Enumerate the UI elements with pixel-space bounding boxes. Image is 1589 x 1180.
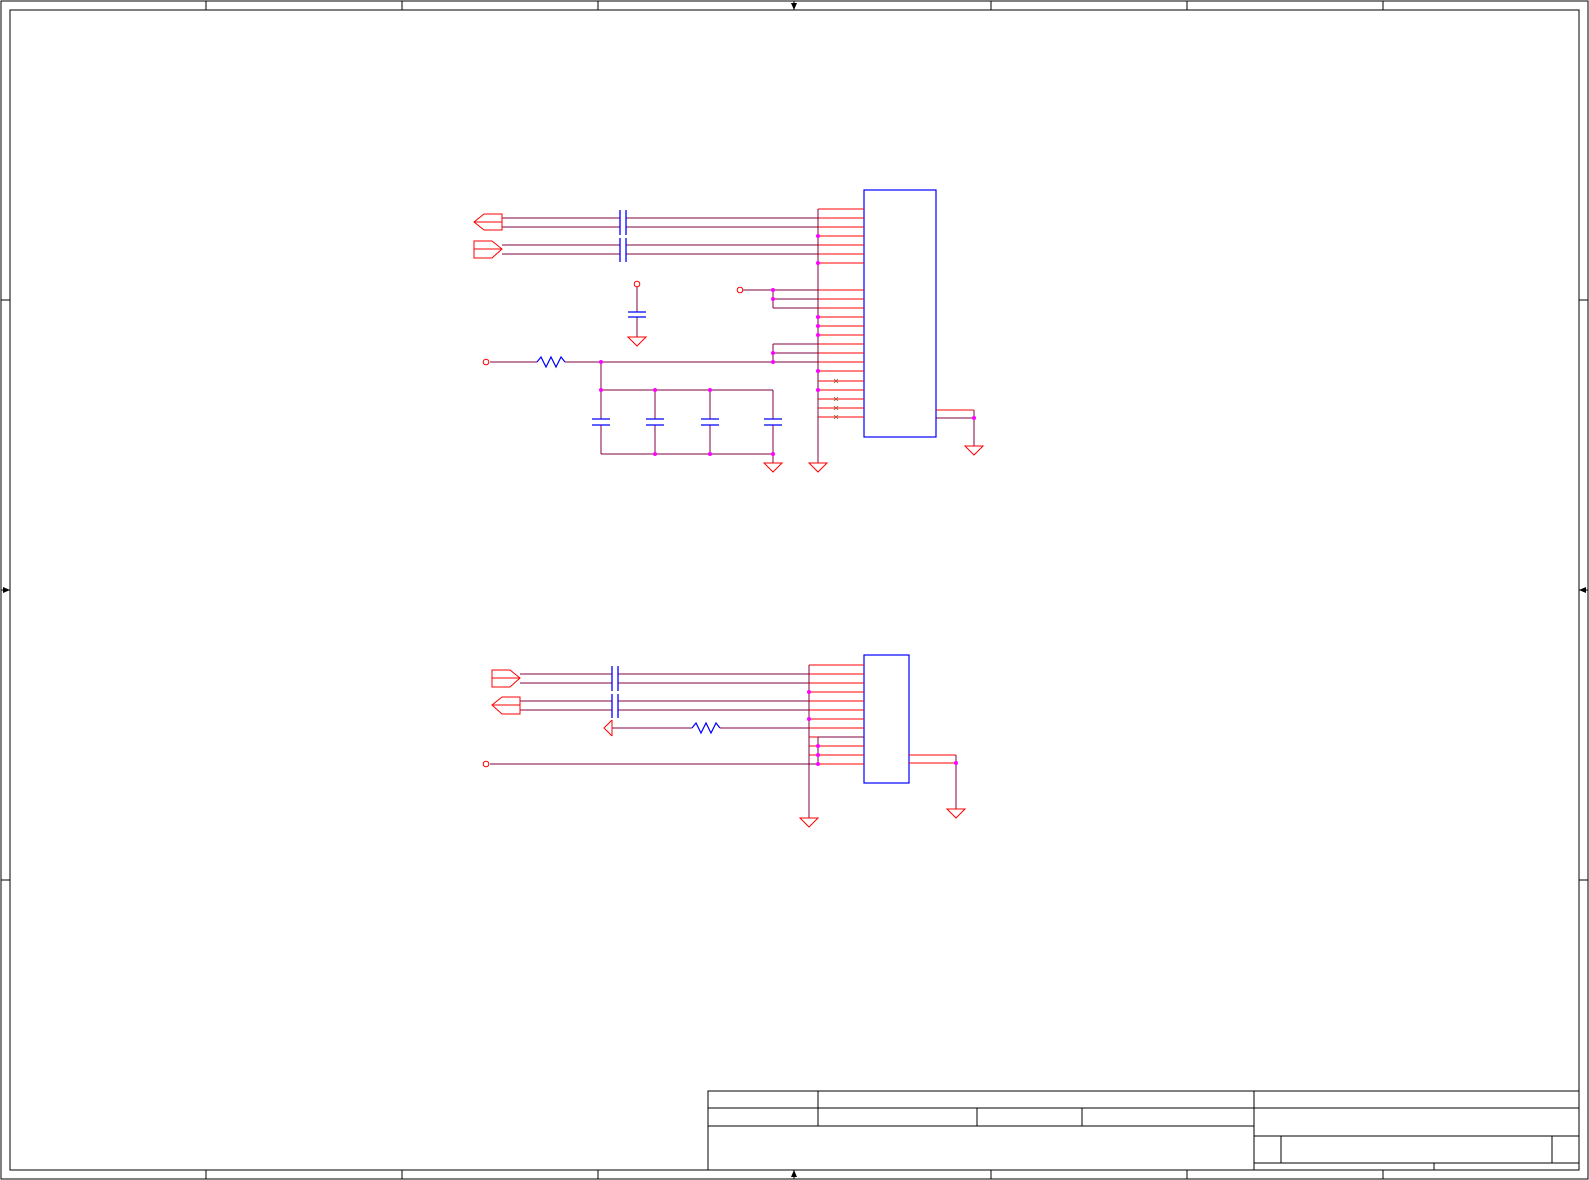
lower-connector-body <box>863 654 910 784</box>
upper-connector-pins <box>818 208 974 419</box>
junction-dots <box>599 234 976 456</box>
lower-connector-pins <box>809 664 956 765</box>
sheet-frame <box>0 0 1589 1180</box>
upper-connector-body <box>863 189 937 438</box>
capacitor-icon <box>611 666 619 718</box>
upper-connector-circuit <box>473 189 985 473</box>
title-block <box>707 1090 1580 1171</box>
lower-wires <box>490 665 957 818</box>
arrow-marker-icon <box>3 3 1586 1177</box>
schematic-sheet <box>0 0 1589 1180</box>
port-icon <box>491 669 613 737</box>
power-port-icon <box>482 280 744 366</box>
resistor-icon <box>691 721 721 735</box>
power-port-icon <box>482 760 490 768</box>
ground-icon <box>626 336 985 473</box>
resistor-icon <box>536 355 566 369</box>
port-icon <box>473 213 503 259</box>
upper-wires <box>490 209 975 463</box>
ground-icon <box>798 808 967 828</box>
capacitor-icon <box>592 210 782 426</box>
lower-connector-circuit <box>482 654 967 828</box>
